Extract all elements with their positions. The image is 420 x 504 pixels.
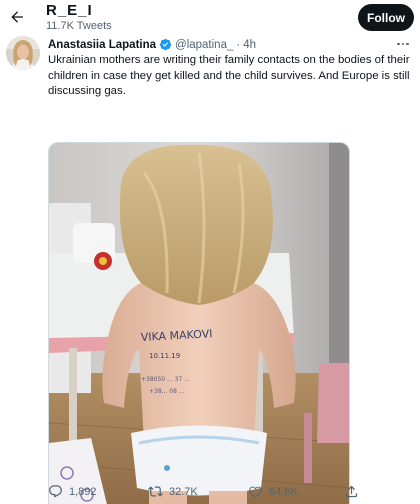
author-handle[interactable]: @lapatina_ (175, 39, 233, 51)
like-count: 84.8K (269, 485, 298, 498)
share-button[interactable] (344, 484, 359, 499)
retweet-icon (148, 486, 163, 497)
verified-badge-icon (159, 38, 172, 51)
back-button[interactable] (6, 6, 28, 28)
back-arrow-icon (11, 11, 23, 23)
tweet-photo: VIKA MAKOVI 10.11.19 +38050 ... 37 ... +… (49, 143, 349, 504)
profile-header: R_E_I 11.7K Tweets Follow (0, 0, 420, 36)
retweet-count: 32.7K (169, 485, 198, 498)
tweet-media[interactable]: VIKA MAKOVI 10.11.19 +38050 ... 37 ... +… (48, 142, 350, 504)
author-line: Anastasiia Lapatina @lapatina_ · 4h (48, 38, 256, 51)
heart-icon (249, 486, 262, 498)
author-name[interactable]: Anastasiia Lapatina (48, 39, 156, 51)
avatar-image (6, 36, 40, 70)
profile-title: R_E_I (46, 2, 93, 19)
profile-title-block: R_E_I 11.7K Tweets (46, 2, 112, 33)
follow-button[interactable]: Follow (358, 4, 414, 31)
separator-dot: · (236, 38, 241, 51)
avatar[interactable] (6, 36, 40, 70)
retweet-button[interactable]: 32.7K (148, 484, 198, 499)
handwriting-line4: +38... 08 ... (149, 388, 185, 395)
reply-icon (49, 485, 62, 498)
like-button[interactable]: 84.8K (248, 484, 298, 499)
reply-count: 1,892 (69, 485, 97, 498)
share-icon (345, 485, 358, 498)
handwriting-line2: 10.11.19 (149, 352, 180, 360)
tweet-count: 11.7K Tweets (46, 20, 112, 32)
more-options-icon[interactable] (394, 36, 412, 52)
reply-button[interactable]: 1,892 (48, 484, 97, 499)
tweet-text: Ukrainian mothers are writing their fami… (48, 54, 410, 97)
tweet-actions: 1,892 32.7K 84.8K (0, 484, 420, 502)
tweet-time[interactable]: 4h (243, 39, 256, 51)
handwriting-line3: +38050 ... 37 ... (141, 376, 190, 383)
